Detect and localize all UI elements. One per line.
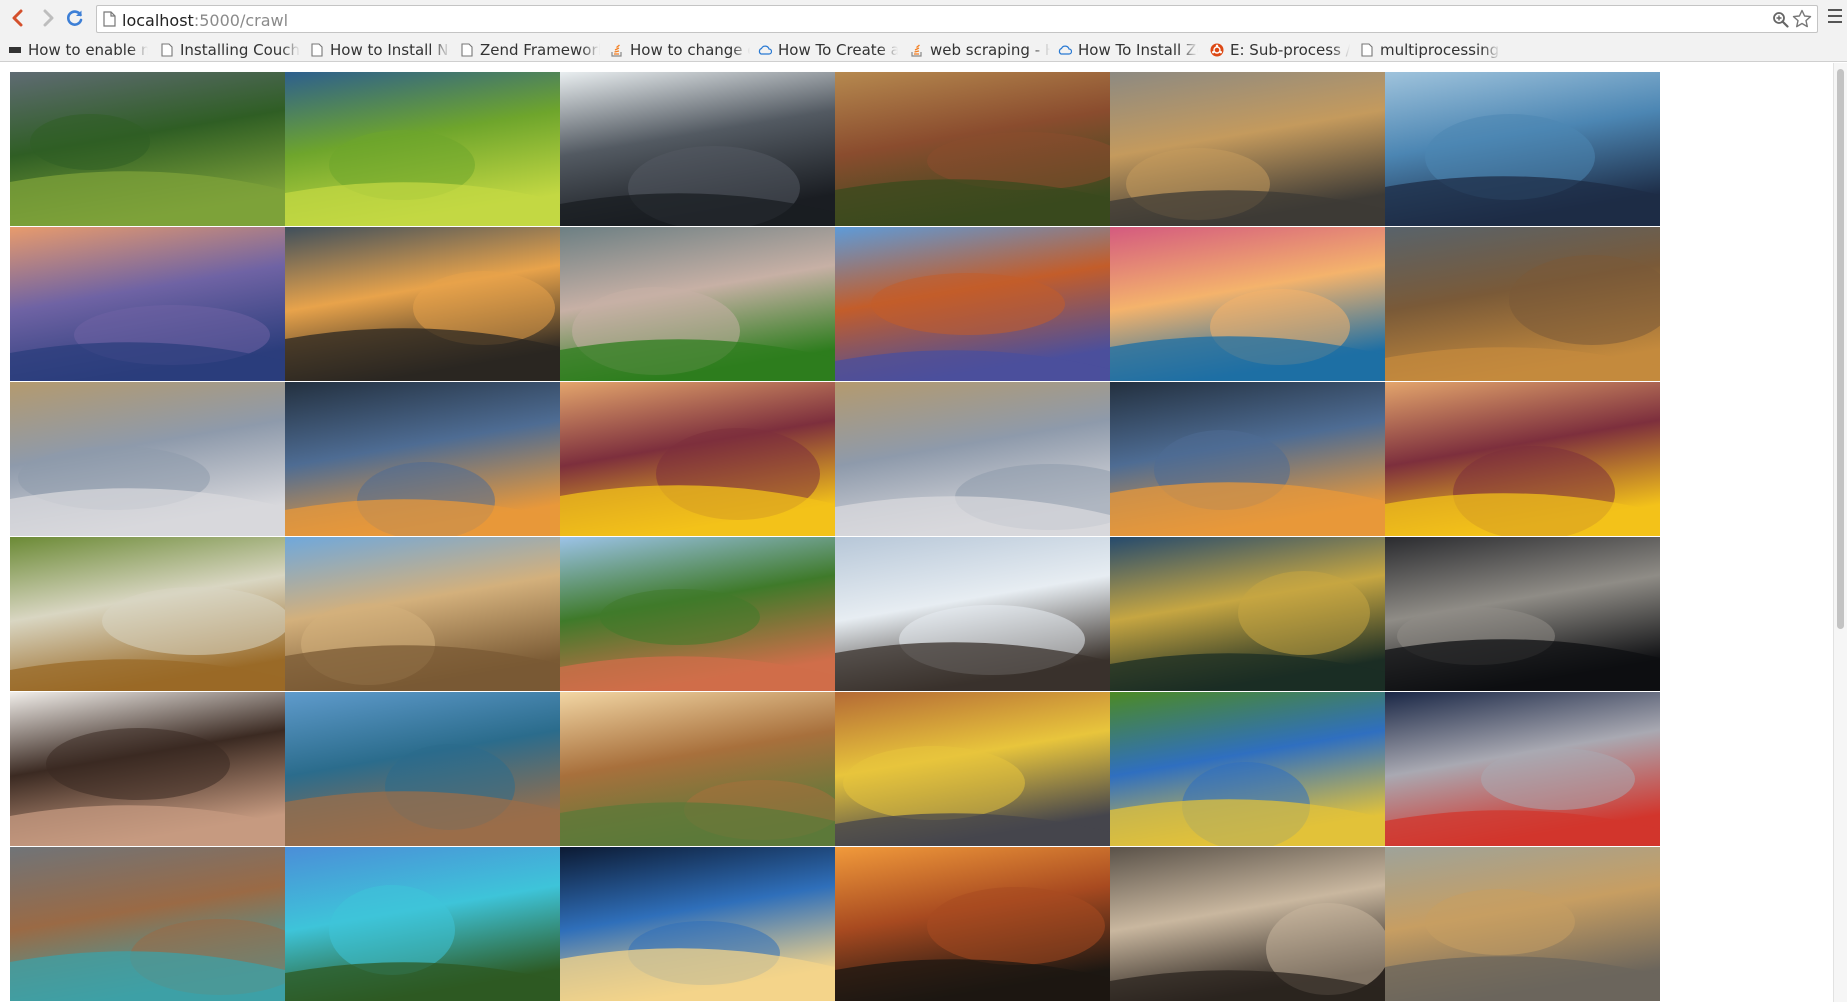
space-planet-image[interactable] — [560, 847, 835, 1001]
url-text[interactable]: localhost:5000/crawl — [122, 11, 288, 30]
bookmark-item[interactable]: multiprocessing i — [1360, 40, 1500, 60]
forest-waterfall-image[interactable] — [10, 537, 285, 691]
sea-arch-coast-image[interactable] — [285, 692, 560, 846]
ubuntu-icon — [1210, 43, 1224, 57]
canyon-river-image[interactable] — [10, 847, 285, 1001]
scrollbar-thumb[interactable] — [1837, 69, 1844, 629]
reload-button[interactable] — [63, 6, 87, 30]
bookmark-label: How to Install No — [330, 41, 450, 59]
stackoverflow-icon — [911, 44, 922, 57]
bokeh-flowers-image[interactable] — [560, 692, 835, 846]
bookmark-label: How to enable mu — [28, 41, 148, 59]
forward-button[interactable] — [36, 6, 60, 30]
man-in-suit-window-image[interactable] — [1385, 72, 1660, 226]
bmw-convertible-image-2[interactable] — [835, 382, 1110, 536]
zoom-icon[interactable] — [1772, 11, 1789, 28]
menu-bar-line — [1828, 15, 1842, 17]
yellow-ferrari-image[interactable] — [560, 382, 835, 536]
boxing-couple-gym-image[interactable] — [1110, 847, 1385, 1001]
bookmark-item[interactable]: Installing Couchb — [160, 40, 300, 60]
woman-portrait-image[interactable] — [10, 692, 285, 846]
bmw-convertible-image[interactable] — [10, 382, 285, 536]
page-icon — [1361, 43, 1373, 57]
browser-menu-button[interactable] — [1827, 9, 1843, 29]
bookmark-label: multiprocessing i — [1380, 41, 1500, 59]
lioness-rock-image[interactable] — [1385, 847, 1660, 1001]
bookmark-item[interactable]: How To Install Ze — [1058, 40, 1198, 60]
bookmark-item[interactable]: E: Sub-process /u — [1210, 40, 1350, 60]
vertical-scrollbar[interactable] — [1833, 63, 1847, 1002]
bookmark-label: How To Install Ze — [1078, 41, 1198, 59]
url-host: localhost — [122, 11, 194, 30]
bookmark-dark-icon — [9, 47, 21, 53]
menu-bar-line — [1828, 21, 1842, 23]
reload-icon — [67, 10, 83, 26]
bookmark-item[interactable]: How to change cr — [610, 40, 750, 60]
keyboard-hand-image[interactable] — [10, 227, 285, 381]
giraffes-savanna-image[interactable] — [285, 537, 560, 691]
duckling-kitten-image[interactable] — [835, 692, 1110, 846]
address-bar[interactable]: localhost:5000/crawl — [96, 5, 1818, 33]
bookmark-label: Installing Couchb — [180, 41, 300, 59]
page-icon — [161, 43, 173, 57]
black-golf-garage-image[interactable] — [1385, 537, 1660, 691]
bmw-night-image[interactable] — [1385, 692, 1660, 846]
browser-toolbar: localhost:5000/crawl — [0, 0, 1847, 38]
yellow-ferrari-image-2[interactable] — [1385, 382, 1660, 536]
cheetah-sunset-image[interactable] — [285, 227, 560, 381]
bookmark-star-icon[interactable] — [1792, 9, 1812, 29]
cloud-icon — [1058, 45, 1072, 55]
back-button[interactable] — [6, 6, 30, 30]
page-icon — [311, 43, 323, 57]
bookmark-item[interactable]: How to Install No — [310, 40, 450, 60]
bookmark-label: How To Create a S — [778, 41, 898, 59]
waterfall-cliff-image[interactable] — [10, 72, 285, 226]
snow-musk-oxen-image[interactable] — [835, 537, 1110, 691]
back-arrow-icon — [12, 9, 23, 27]
bookmarks-bar: How to enable mu Installing Couchb How t… — [0, 38, 1847, 62]
url-path: :5000/crawl — [193, 11, 289, 30]
image-gallery — [10, 72, 1660, 1002]
bookmark-label: How to change cr — [630, 41, 750, 59]
page-icon — [461, 43, 473, 57]
bookmark-label: web scraping - Ho — [930, 41, 1050, 59]
suv-on-rocks-image[interactable] — [560, 72, 835, 226]
golden-gate-flowers-image[interactable] — [835, 227, 1110, 381]
bookmark-item[interactable]: web scraping - Ho — [910, 40, 1050, 60]
volcano-eruption-image[interactable] — [1385, 227, 1660, 381]
green-valley-river-image[interactable] — [285, 72, 560, 226]
tropical-beach-image[interactable] — [285, 847, 560, 1001]
flamingo-water-image[interactable] — [560, 227, 835, 381]
couple-sunset-kiss-image[interactable] — [835, 847, 1110, 1001]
bookmark-item[interactable]: How to enable mu — [8, 40, 148, 60]
bookmark-item[interactable]: Zend Framework — [460, 40, 600, 60]
stackoverflow-icon — [611, 44, 622, 57]
colorful-city-houses-image[interactable] — [560, 537, 835, 691]
koi-pond-image[interactable] — [1110, 537, 1385, 691]
page-icon — [103, 11, 116, 27]
bookmark-label: Zend Framework — [480, 41, 600, 59]
forward-arrow-icon — [43, 9, 54, 27]
bridge-dusk-image[interactable] — [285, 382, 560, 536]
bookmark-item[interactable]: How To Create a S — [758, 40, 898, 60]
leopard-image[interactable] — [1110, 72, 1385, 226]
menu-bar-line — [1828, 9, 1842, 11]
bookmark-label: E: Sub-process /u — [1230, 41, 1350, 59]
italian-town-tower-image[interactable] — [835, 72, 1110, 226]
bridge-dusk-image-2[interactable] — [1110, 382, 1385, 536]
ocean-sunset-image[interactable] — [1110, 227, 1385, 381]
blue-parrot-image[interactable] — [1110, 692, 1385, 846]
cloud-icon — [758, 45, 772, 55]
